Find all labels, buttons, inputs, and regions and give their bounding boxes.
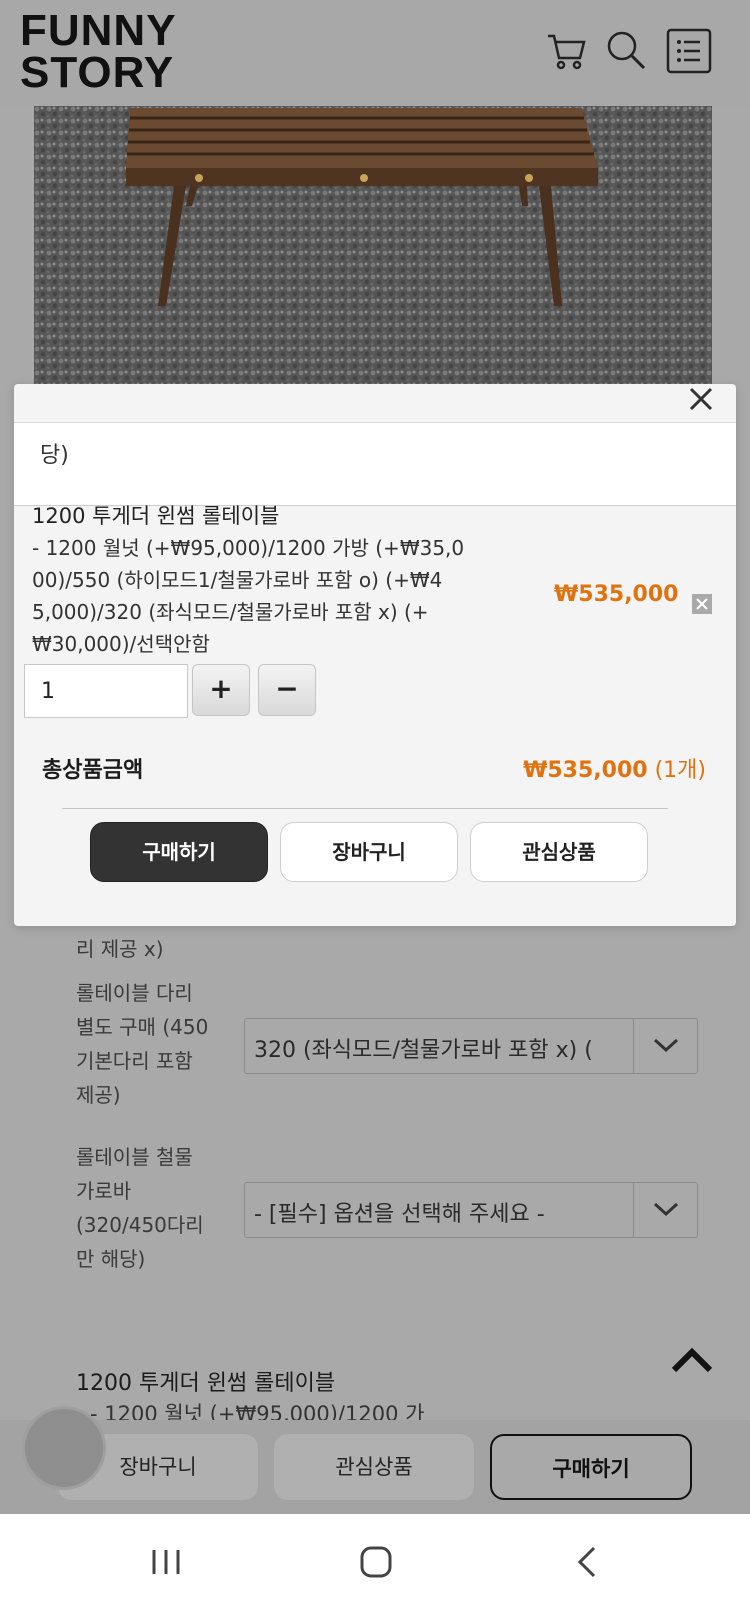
modal-buy-button[interactable]: 구매하기	[90, 822, 268, 882]
logo-line-1: FUNNY	[20, 6, 177, 55]
back-icon[interactable]	[568, 1542, 608, 1582]
wishlist-button[interactable]: 관심상품	[274, 1434, 474, 1500]
selected-item-price: ₩535,000	[554, 582, 679, 607]
label-line: 롤테이블 철물	[76, 1145, 193, 1169]
bottom-action-bar: 장바구니 관심상품 구매하기	[0, 1420, 750, 1514]
chevron-down-icon	[633, 1183, 697, 1237]
label-line: 별도 구매 (450	[76, 1015, 209, 1039]
quantity-decrease-button[interactable]: −	[258, 664, 316, 716]
desc-line: - 1200 월넛 (+₩95,000)/1200 가방 (+₩35,0	[32, 536, 465, 560]
label-line: 기본다리 포함	[76, 1049, 193, 1073]
desc-line: ₩30,000)/선택안함	[32, 632, 210, 656]
label-line: (320/450다리	[76, 1213, 204, 1237]
option-select-value: 320 (좌식모드/철물가로바 포함 x) (	[254, 1038, 593, 1063]
modal-cart-button[interactable]: 장바구니	[280, 822, 458, 882]
total-price: ₩535,000 (1개)	[523, 752, 706, 784]
remove-item-icon[interactable]	[692, 594, 712, 614]
chevron-down-icon	[633, 1019, 697, 1073]
menu-icon[interactable]	[666, 28, 712, 74]
modal-scroll-strip: 당)	[14, 422, 736, 506]
option-label-bar: 롤테이블 철물 가로바 (320/450다리 만 해당)	[76, 1140, 204, 1276]
quantity-increase-button[interactable]: +	[192, 664, 250, 716]
option-label-leg: 롤테이블 다리 별도 구매 (450 기본다리 포함 제공)	[76, 976, 208, 1112]
option-select-leg[interactable]: 320 (좌식모드/철물가로바 포함 x) (	[244, 1018, 698, 1074]
desc-line: 00)/550 (하이모드1/철물가로바 포함 o) (+₩4	[32, 568, 443, 592]
buy-button[interactable]: 구매하기	[490, 1434, 692, 1500]
option-label-partial: 리 제공 x)	[76, 937, 164, 961]
chat-avatar-icon[interactable]	[22, 1406, 106, 1490]
label-line: 롤테이블 다리	[76, 981, 193, 1005]
quantity-input[interactable]: 1	[24, 664, 188, 718]
background-item-title: 1200 투게더 윈썸 롤테이블	[76, 1371, 336, 1396]
selected-item-desc: - 1200 월넛 (+₩95,000)/1200 가방 (+₩35,0 00)…	[32, 532, 482, 660]
label-line: 제공)	[76, 1083, 121, 1107]
home-icon[interactable]	[356, 1542, 396, 1582]
total-label: 총상품금액	[42, 758, 144, 783]
scroll-top-icon[interactable]	[670, 1346, 714, 1378]
selected-item-title: 1200 투게더 윈썸 롤테이블	[32, 504, 280, 528]
search-icon[interactable]	[604, 28, 648, 72]
option-modal: 당) 1200 투게더 윈썸 롤테이블 - 1200 월넛 (+₩95,000)…	[14, 384, 736, 926]
close-icon[interactable]	[686, 384, 716, 414]
logo-line-2: STORY	[20, 48, 175, 97]
recent-apps-icon[interactable]	[146, 1542, 186, 1582]
cart-icon[interactable]	[544, 28, 588, 72]
option-select-bar[interactable]: - [필수] 옵션을 선택해 주세요 -	[244, 1182, 698, 1238]
product-image	[34, 106, 712, 384]
desc-line: 5,000)/320 (좌식모드/철물가로바 포함 x) (+	[32, 600, 429, 624]
divider	[62, 808, 668, 809]
total-amount: ₩535,000	[523, 758, 648, 783]
site-header: FUNNY STORY	[0, 0, 750, 106]
system-nav-bar	[0, 1514, 750, 1609]
modal-wishlist-button[interactable]: 관심상품	[470, 822, 648, 882]
label-line: 가로바	[76, 1179, 132, 1203]
label-line: 만 해당)	[76, 1247, 146, 1271]
strip-text: 당)	[40, 443, 69, 468]
total-count: (1개)	[654, 758, 706, 783]
option-select-value: - [필수] 옵션을 선택해 주세요 -	[254, 1202, 545, 1227]
site-logo[interactable]: FUNNY STORY	[20, 6, 177, 97]
